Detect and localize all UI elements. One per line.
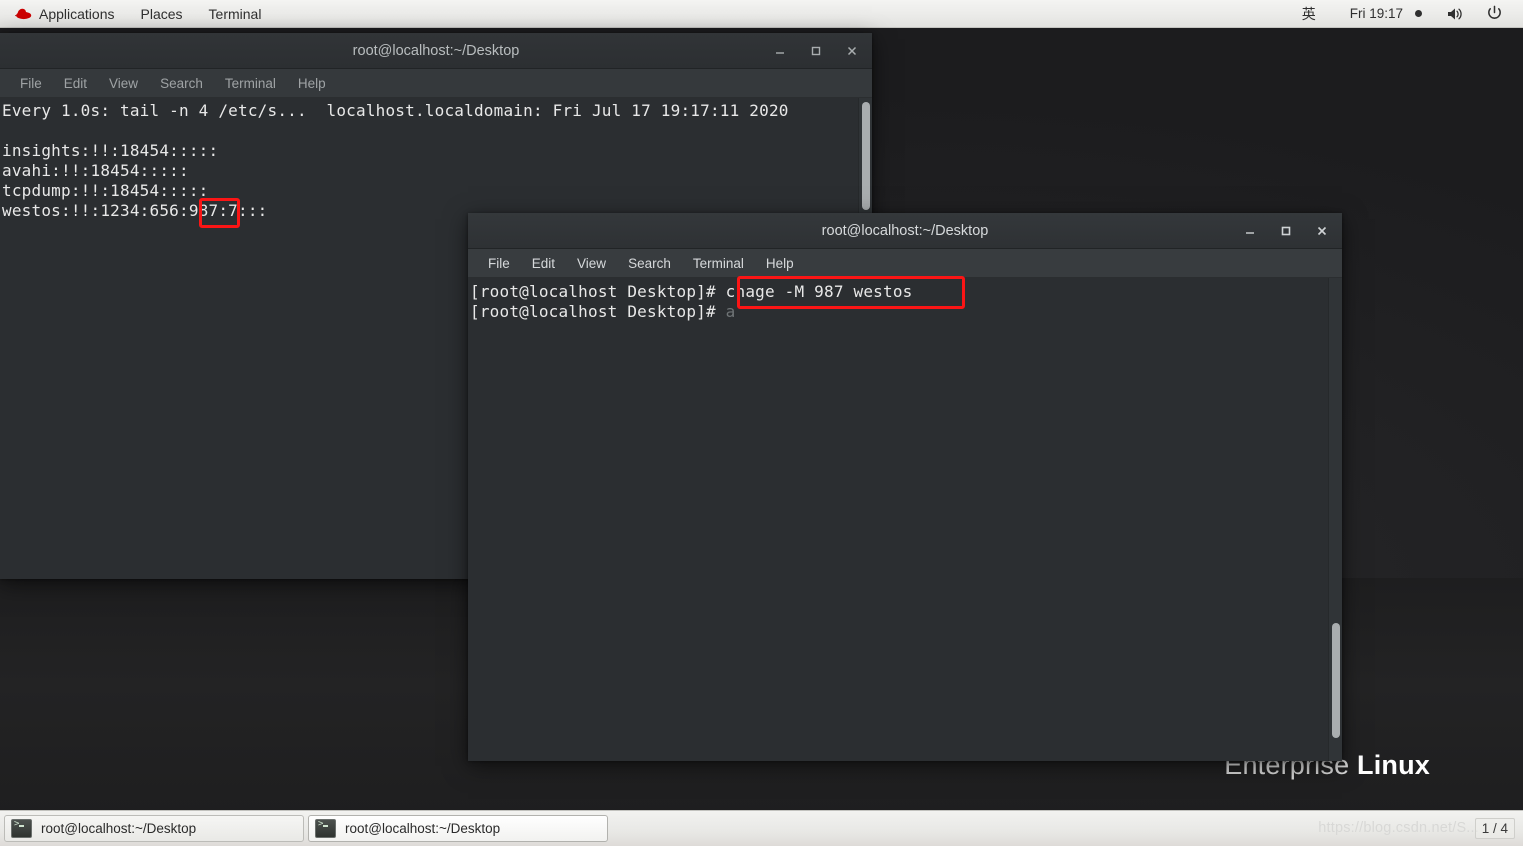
menu-terminal-back[interactable]: Terminal <box>215 74 286 93</box>
terminal-output-back: Every 1.0s: tail -n 4 /etc/s... localhos… <box>2 101 789 220</box>
taskbar-item-1-label: root@localhost:~/Desktop <box>345 821 501 836</box>
terminal-menu[interactable]: Terminal <box>196 0 275 28</box>
terminal-window-front[interactable]: root@localhost:~/Desktop File Edit View … <box>468 213 1342 761</box>
taskbar-item-0-label: root@localhost:~/Desktop <box>41 821 197 836</box>
clock-label: Fri 19:17 <box>1349 5 1403 21</box>
window-title-front: root@localhost:~/Desktop <box>821 222 989 239</box>
power-menu[interactable] <box>1478 0 1511 28</box>
window-controls-back <box>770 33 862 68</box>
window-controls-front <box>1240 213 1332 248</box>
taskbar: root@localhost:~/Desktop root@localhost:… <box>0 810 1523 846</box>
maximize-icon <box>811 46 821 55</box>
terminal-body-front[interactable]: [root@localhost Desktop]# chage -M 987 w… <box>468 278 1342 761</box>
taskbar-item-1[interactable]: root@localhost:~/Desktop <box>308 815 608 842</box>
scrollbar-thumb-back[interactable] <box>862 102 870 210</box>
terminal-cursor: a <box>725 302 736 321</box>
minimize-button-front[interactable] <box>1240 221 1260 241</box>
taskbar-right-group: https://blog.csdn.net/S... 1 / 4 <box>1318 811 1523 846</box>
menu-search-front[interactable]: Search <box>618 254 681 273</box>
window-title-back: root@localhost:~/Desktop <box>352 42 520 59</box>
close-icon <box>1317 226 1327 235</box>
notification-dot-icon <box>1415 10 1422 17</box>
brand-word-linux: Linux <box>1357 750 1430 780</box>
prompt-line-1: [root@localhost Desktop]# <box>470 282 726 301</box>
menu-file-back[interactable]: File <box>10 74 52 93</box>
menu-search-back[interactable]: Search <box>150 74 213 93</box>
places-menu-label: Places <box>140 5 183 22</box>
scrollbar-front[interactable] <box>1328 278 1342 761</box>
minimize-icon <box>1246 231 1254 234</box>
minimize-icon <box>776 51 784 54</box>
scrollbar-thumb-front[interactable] <box>1332 623 1340 738</box>
workspace-page-counter[interactable]: 1 / 4 <box>1474 818 1515 839</box>
menu-help-front[interactable]: Help <box>756 254 804 273</box>
maximize-icon <box>1281 226 1291 235</box>
clock[interactable]: Fri 19:17 <box>1340 0 1432 28</box>
redhat-logo <box>15 8 32 20</box>
maximize-button-back[interactable] <box>806 41 826 61</box>
top-panel-left-group: Applications Places Terminal <box>0 0 274 28</box>
applications-menu[interactable]: Applications <box>0 0 128 28</box>
places-menu[interactable]: Places <box>128 0 196 28</box>
top-panel-right-group: 英 Fri 19:17 <box>1282 0 1523 28</box>
close-button-front[interactable] <box>1312 221 1332 241</box>
close-button-back[interactable] <box>842 41 862 61</box>
menubar-front: File Edit View Search Terminal Help <box>468 249 1342 278</box>
csdn-watermark: https://blog.csdn.net/S... <box>1318 819 1479 836</box>
terminal-icon <box>315 819 336 838</box>
terminal-output-front: [root@localhost Desktop]# chage -M 987 w… <box>470 282 912 322</box>
applications-menu-label: Applications <box>39 5 115 22</box>
menu-view-front[interactable]: View <box>567 254 616 273</box>
command-line-1: chage -M 987 westos <box>725 282 913 301</box>
titlebar-front[interactable]: root@localhost:~/Desktop <box>468 213 1342 249</box>
titlebar-back[interactable]: root@localhost:~/Desktop <box>0 33 872 69</box>
input-method-indicator[interactable]: 英 <box>1282 4 1336 24</box>
menu-terminal-front[interactable]: Terminal <box>683 254 754 273</box>
prompt-line-2: [root@localhost Desktop]# <box>470 302 726 321</box>
menu-help-back[interactable]: Help <box>288 74 336 93</box>
menu-edit-front[interactable]: Edit <box>522 254 565 273</box>
volume-indicator[interactable] <box>1436 0 1474 28</box>
speaker-icon <box>1448 8 1462 19</box>
terminal-icon <box>11 819 32 838</box>
maximize-button-front[interactable] <box>1276 221 1296 241</box>
top-panel: Applications Places Terminal 英 Fri 19:17 <box>0 0 1523 28</box>
power-icon <box>1488 5 1501 19</box>
menubar-back: File Edit View Search Terminal Help <box>0 69 872 98</box>
desktop-screen: Enterprise Linux Applications Places Ter… <box>0 0 1523 846</box>
menu-file-front[interactable]: File <box>478 254 520 273</box>
minimize-button-back[interactable] <box>770 41 790 61</box>
menu-edit-back[interactable]: Edit <box>54 74 97 93</box>
taskbar-item-0[interactable]: root@localhost:~/Desktop <box>4 815 304 842</box>
terminal-menu-label: Terminal <box>208 5 262 22</box>
menu-view-back[interactable]: View <box>99 74 148 93</box>
close-icon <box>847 46 857 55</box>
